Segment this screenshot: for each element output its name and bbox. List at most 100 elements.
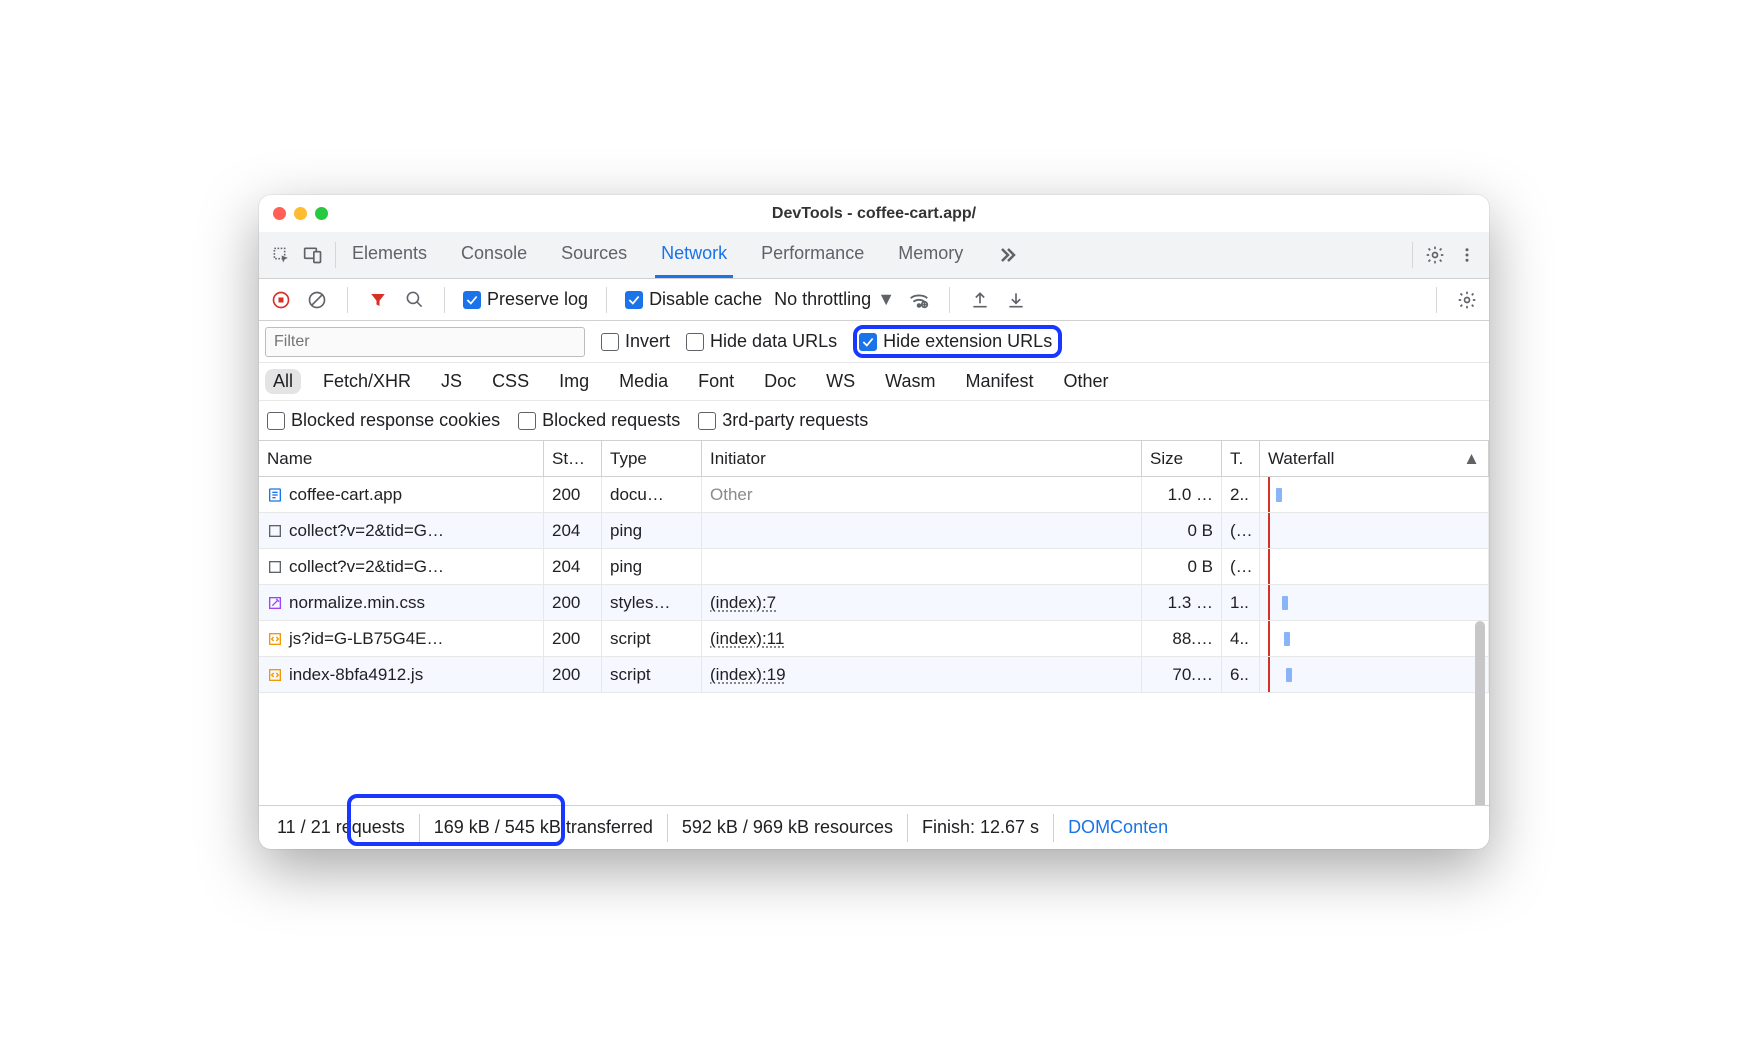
separator: [1412, 242, 1413, 268]
panel-tabs: Elements Console Sources Network Perform…: [346, 232, 1023, 278]
resource-type-filters: All Fetch/XHR JS CSS Img Media Font Doc …: [259, 363, 1489, 401]
settings-icon[interactable]: [1419, 239, 1451, 271]
type-img[interactable]: Img: [551, 369, 597, 394]
network-conditions-icon[interactable]: [907, 288, 931, 312]
upload-har-icon[interactable]: [968, 288, 992, 312]
table-row[interactable]: collect?v=2&tid=G…204ping0 B(…: [259, 513, 1489, 549]
invert-checkbox[interactable]: Invert: [601, 331, 670, 352]
type-all[interactable]: All: [265, 369, 301, 394]
table-row[interactable]: normalize.min.css200styles…(index):71.3 …: [259, 585, 1489, 621]
cell-size: 70.…: [1142, 657, 1222, 692]
cell-name: collect?v=2&tid=G…: [259, 549, 544, 584]
cell-initiator: (index):11: [702, 621, 1142, 656]
tab-memory[interactable]: Memory: [892, 232, 969, 278]
type-ws[interactable]: WS: [818, 369, 863, 394]
type-css[interactable]: CSS: [484, 369, 537, 394]
window-title: DevTools - coffee-cart.app/: [259, 205, 1489, 223]
cell-type: docu…: [602, 477, 702, 512]
column-size[interactable]: Size: [1142, 441, 1222, 476]
cell-size: 0 B: [1142, 549, 1222, 584]
close-button[interactable]: [273, 207, 286, 220]
table-header: Name St… Type Initiator Size T. Waterfal…: [259, 441, 1489, 477]
more-tabs-icon[interactable]: [991, 232, 1023, 278]
preserve-log-checkbox[interactable]: Preserve log: [463, 289, 588, 310]
type-media[interactable]: Media: [611, 369, 676, 394]
clear-button[interactable]: [305, 288, 329, 312]
type-js[interactable]: JS: [433, 369, 470, 394]
status-transferred: 169 kB / 545 kB transferred: [420, 814, 668, 842]
filter-row: Invert Hide data URLs Hide extension URL…: [259, 321, 1489, 363]
network-settings-icon[interactable]: [1455, 288, 1479, 312]
table-row[interactable]: js?id=G-LB75G4E…200script(index):1188.…4…: [259, 621, 1489, 657]
tab-console[interactable]: Console: [455, 232, 533, 278]
table-row[interactable]: index-8bfa4912.js200script(index):1970.……: [259, 657, 1489, 693]
third-party-checkbox[interactable]: 3rd-party requests: [698, 410, 868, 431]
more-menu-icon[interactable]: [1451, 239, 1483, 271]
cell-time: 1..: [1222, 585, 1260, 620]
type-wasm[interactable]: Wasm: [877, 369, 943, 394]
hide-ext-label: Hide extension URLs: [883, 331, 1052, 352]
column-status[interactable]: St…: [544, 441, 602, 476]
cell-waterfall: [1260, 585, 1489, 620]
cell-type: ping: [602, 513, 702, 548]
status-resources: 592 kB / 969 kB resources: [668, 814, 908, 842]
table-row[interactable]: coffee-cart.app200docu…Other1.0 …2..: [259, 477, 1489, 513]
status-bar: 11 / 21 requests 169 kB / 545 kB transfe…: [259, 805, 1489, 849]
table-body: coffee-cart.app200docu…Other1.0 …2.. coll…: [259, 477, 1489, 805]
separator: [335, 242, 336, 268]
cell-status: 200: [544, 585, 602, 620]
table-row[interactable]: collect?v=2&tid=G…204ping0 B(…: [259, 549, 1489, 585]
maximize-button[interactable]: [315, 207, 328, 220]
cell-size: 0 B: [1142, 513, 1222, 548]
cell-time: (…: [1222, 513, 1260, 548]
type-fetch-xhr[interactable]: Fetch/XHR: [315, 369, 419, 394]
filter-input[interactable]: [265, 327, 585, 357]
inspect-icon[interactable]: [265, 239, 297, 271]
tab-performance[interactable]: Performance: [755, 232, 870, 278]
device-toggle-icon[interactable]: [297, 239, 329, 271]
minimize-button[interactable]: [294, 207, 307, 220]
tab-sources[interactable]: Sources: [555, 232, 633, 278]
blocked-cookies-checkbox[interactable]: Blocked response cookies: [267, 410, 500, 431]
cell-initiator: (index):7: [702, 585, 1142, 620]
separator: [606, 287, 607, 313]
cell-type: script: [602, 657, 702, 692]
blocked-requests-checkbox[interactable]: Blocked requests: [518, 410, 680, 431]
scrollbar[interactable]: [1475, 621, 1485, 805]
title-bar: DevTools - coffee-cart.app/: [259, 195, 1489, 232]
column-initiator[interactable]: Initiator: [702, 441, 1142, 476]
search-icon[interactable]: [402, 288, 426, 312]
disable-cache-checkbox[interactable]: Disable cache: [625, 289, 762, 310]
record-button[interactable]: [269, 288, 293, 312]
type-manifest[interactable]: Manifest: [958, 369, 1042, 394]
cell-status: 200: [544, 657, 602, 692]
hide-data-urls-checkbox[interactable]: Hide data URLs: [686, 331, 837, 352]
separator: [444, 287, 445, 313]
column-type[interactable]: Type: [602, 441, 702, 476]
hide-extension-urls-checkbox[interactable]: Hide extension URLs: [859, 331, 1052, 352]
devtools-window: DevTools - coffee-cart.app/ Elements Con…: [259, 195, 1489, 849]
tab-elements[interactable]: Elements: [346, 232, 433, 278]
cell-name: normalize.min.css: [259, 585, 544, 620]
caret-down-icon: ▼: [877, 289, 895, 310]
column-waterfall[interactable]: Waterfall▲: [1260, 441, 1489, 476]
cell-status: 200: [544, 621, 602, 656]
column-time[interactable]: T.: [1222, 441, 1260, 476]
cell-type: ping: [602, 549, 702, 584]
column-name[interactable]: Name: [259, 441, 544, 476]
type-font[interactable]: Font: [690, 369, 742, 394]
hide-extension-highlight: Hide extension URLs: [853, 325, 1062, 358]
cell-time: (…: [1222, 549, 1260, 584]
type-doc[interactable]: Doc: [756, 369, 804, 394]
cell-initiator: [702, 549, 1142, 584]
type-other[interactable]: Other: [1056, 369, 1117, 394]
tab-network[interactable]: Network: [655, 232, 733, 278]
download-har-icon[interactable]: [1004, 288, 1028, 312]
throttling-dropdown[interactable]: No throttling ▼: [774, 289, 895, 310]
cell-size: 1.3 …: [1142, 585, 1222, 620]
cell-name: index-8bfa4912.js: [259, 657, 544, 692]
filter-icon[interactable]: [366, 288, 390, 312]
cell-name: coffee-cart.app: [259, 477, 544, 512]
main-tabs-bar: Elements Console Sources Network Perform…: [259, 232, 1489, 279]
cell-waterfall: [1260, 477, 1489, 512]
